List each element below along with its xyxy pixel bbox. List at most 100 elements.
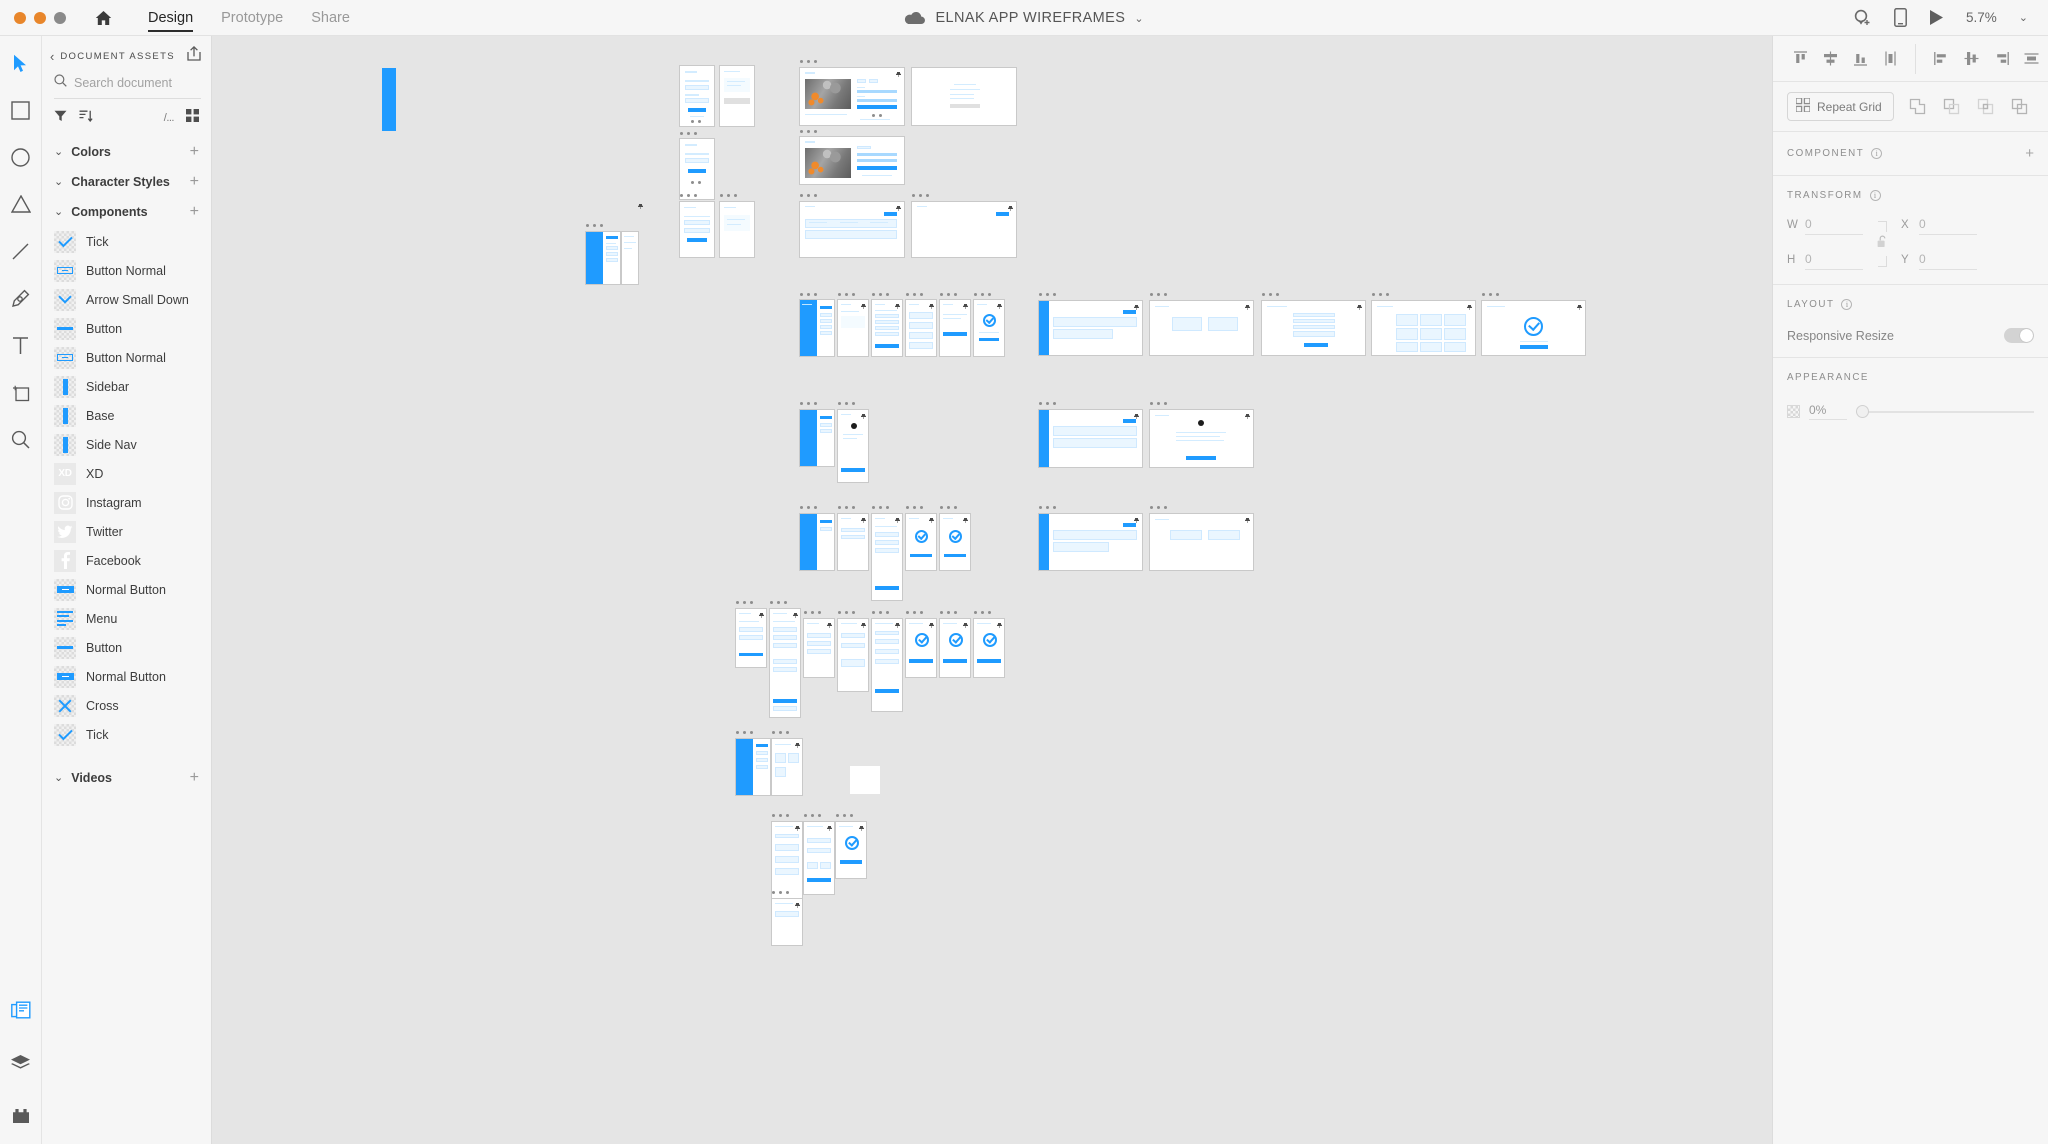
component-item[interactable]: Instagram	[42, 488, 211, 517]
minimize-window-button[interactable]	[34, 11, 46, 24]
back-chevron-icon[interactable]: ‹	[50, 50, 54, 63]
zoom-level-value[interactable]: 5.7%	[1966, 10, 1997, 25]
artboard[interactable]	[735, 608, 767, 668]
component-item[interactable]: Sidebar	[42, 372, 211, 401]
artboard[interactable]	[1149, 409, 1254, 468]
component-item[interactable]: Normal Button	[42, 662, 211, 691]
artboard[interactable]	[799, 513, 835, 571]
line-tool[interactable]	[6, 236, 36, 266]
align-vertical-center-icon[interactable]	[1815, 44, 1845, 74]
add-video-button[interactable]: +	[190, 770, 199, 786]
rectangle-tool[interactable]	[6, 95, 36, 125]
artboard[interactable]	[679, 201, 715, 258]
design-canvas[interactable]	[212, 36, 1772, 1144]
maximize-window-button[interactable]	[54, 11, 66, 24]
distribute-icon[interactable]	[2016, 44, 2046, 74]
tab-prototype[interactable]: Prototype	[207, 0, 297, 36]
artboard[interactable]	[973, 618, 1005, 678]
align-middle-icon[interactable]	[1875, 44, 1905, 74]
repeat-grid-button[interactable]: Repeat Grid	[1787, 92, 1894, 121]
info-icon[interactable]: i	[1869, 190, 1881, 201]
add-shape-icon[interactable]	[1902, 92, 1932, 122]
artboard[interactable]	[771, 738, 803, 796]
artboard[interactable]	[850, 766, 880, 794]
plugins-panel-toggle[interactable]	[6, 1100, 36, 1130]
grid-view-icon[interactable]	[186, 109, 199, 127]
aspect-lock-group[interactable]	[1863, 217, 1901, 270]
component-item[interactable]: Base	[42, 401, 211, 430]
artboard[interactable]	[837, 409, 869, 483]
artboard[interactable]	[1038, 300, 1143, 356]
zoom-tool[interactable]	[6, 424, 36, 454]
select-tool[interactable]	[6, 48, 36, 78]
filter-icon[interactable]	[54, 109, 67, 127]
artboard-tool[interactable]	[6, 377, 36, 407]
canvas-loose-sidebar-component[interactable]	[382, 68, 396, 131]
component-item[interactable]: Button	[42, 314, 211, 343]
component-item[interactable]: Menu	[42, 604, 211, 633]
assets-group-videos[interactable]: ⌄ Videos +	[42, 763, 211, 793]
artboard[interactable]	[1038, 513, 1143, 571]
align-top-icon[interactable]	[1785, 44, 1815, 74]
info-icon[interactable]: i	[1871, 148, 1883, 159]
artboard[interactable]	[803, 821, 835, 895]
artboard[interactable]	[905, 299, 937, 357]
artboard[interactable]	[799, 136, 905, 185]
assets-group-components[interactable]: ⌄ Components +	[42, 197, 211, 227]
align-horizontal-center-icon[interactable]	[1956, 44, 1986, 74]
artboard[interactable]	[1481, 300, 1586, 356]
artboard[interactable]	[799, 409, 835, 467]
artboard[interactable]	[719, 201, 755, 258]
artboard[interactable]	[871, 513, 903, 601]
publish-share-icon[interactable]	[187, 45, 201, 66]
add-component-button[interactable]: +	[190, 204, 199, 220]
zoom-chevron-down-icon[interactable]: ⌄	[2019, 11, 2028, 24]
ellipse-tool[interactable]	[6, 142, 36, 172]
lock-open-icon[interactable]	[1877, 235, 1888, 253]
artboard[interactable]	[585, 231, 621, 285]
add-collaborator-icon[interactable]	[1853, 8, 1872, 27]
device-preview-icon[interactable]	[1894, 8, 1907, 27]
artboard[interactable]	[911, 201, 1017, 258]
component-item[interactable]: Cross	[42, 691, 211, 720]
artboard[interactable]	[911, 67, 1017, 126]
align-bottom-icon[interactable]	[1845, 44, 1875, 74]
artboard[interactable]	[621, 231, 639, 285]
artboard[interactable]	[1371, 300, 1476, 356]
info-icon[interactable]: i	[1841, 299, 1853, 310]
layers-panel-toggle[interactable]	[6, 1048, 36, 1078]
artboard[interactable]	[679, 65, 715, 127]
assets-panel-toggle[interactable]	[6, 996, 36, 1026]
artboard[interactable]	[719, 65, 755, 127]
polygon-tool[interactable]	[6, 189, 36, 219]
width-input[interactable]	[1805, 217, 1863, 235]
play-preview-icon[interactable]	[1929, 9, 1944, 26]
x-input[interactable]	[1919, 217, 1977, 235]
component-item[interactable]: Button	[42, 633, 211, 662]
pen-tool[interactable]	[6, 283, 36, 313]
artboard[interactable]	[837, 299, 869, 357]
artboard[interactable]	[1149, 513, 1254, 571]
component-item[interactable]: Button Normal	[42, 256, 211, 285]
artboard[interactable]	[799, 299, 835, 357]
artboard[interactable]	[679, 138, 715, 200]
artboard[interactable]	[1149, 300, 1254, 356]
artboard[interactable]	[905, 618, 937, 678]
artboard[interactable]	[803, 618, 835, 678]
tab-design[interactable]: Design	[134, 0, 207, 36]
tab-share[interactable]: Share	[297, 0, 364, 36]
responsive-resize-toggle[interactable]	[2004, 328, 2034, 343]
artboard[interactable]	[835, 821, 867, 879]
artboard[interactable]	[939, 618, 971, 678]
artboard[interactable]	[1038, 409, 1143, 468]
add-component-button[interactable]: +	[2025, 146, 2034, 161]
artboard[interactable]	[871, 618, 903, 712]
component-item[interactable]: Tick	[42, 720, 211, 749]
component-item[interactable]: Button Normal	[42, 343, 211, 372]
opacity-slider[interactable]	[1856, 405, 2034, 419]
character-style-filter-icon[interactable]: /...	[164, 112, 175, 124]
artboard[interactable]	[735, 738, 771, 796]
artboard[interactable]	[771, 898, 803, 946]
intersect-shape-icon[interactable]	[1970, 92, 2000, 122]
add-character-style-button[interactable]: +	[190, 174, 199, 190]
